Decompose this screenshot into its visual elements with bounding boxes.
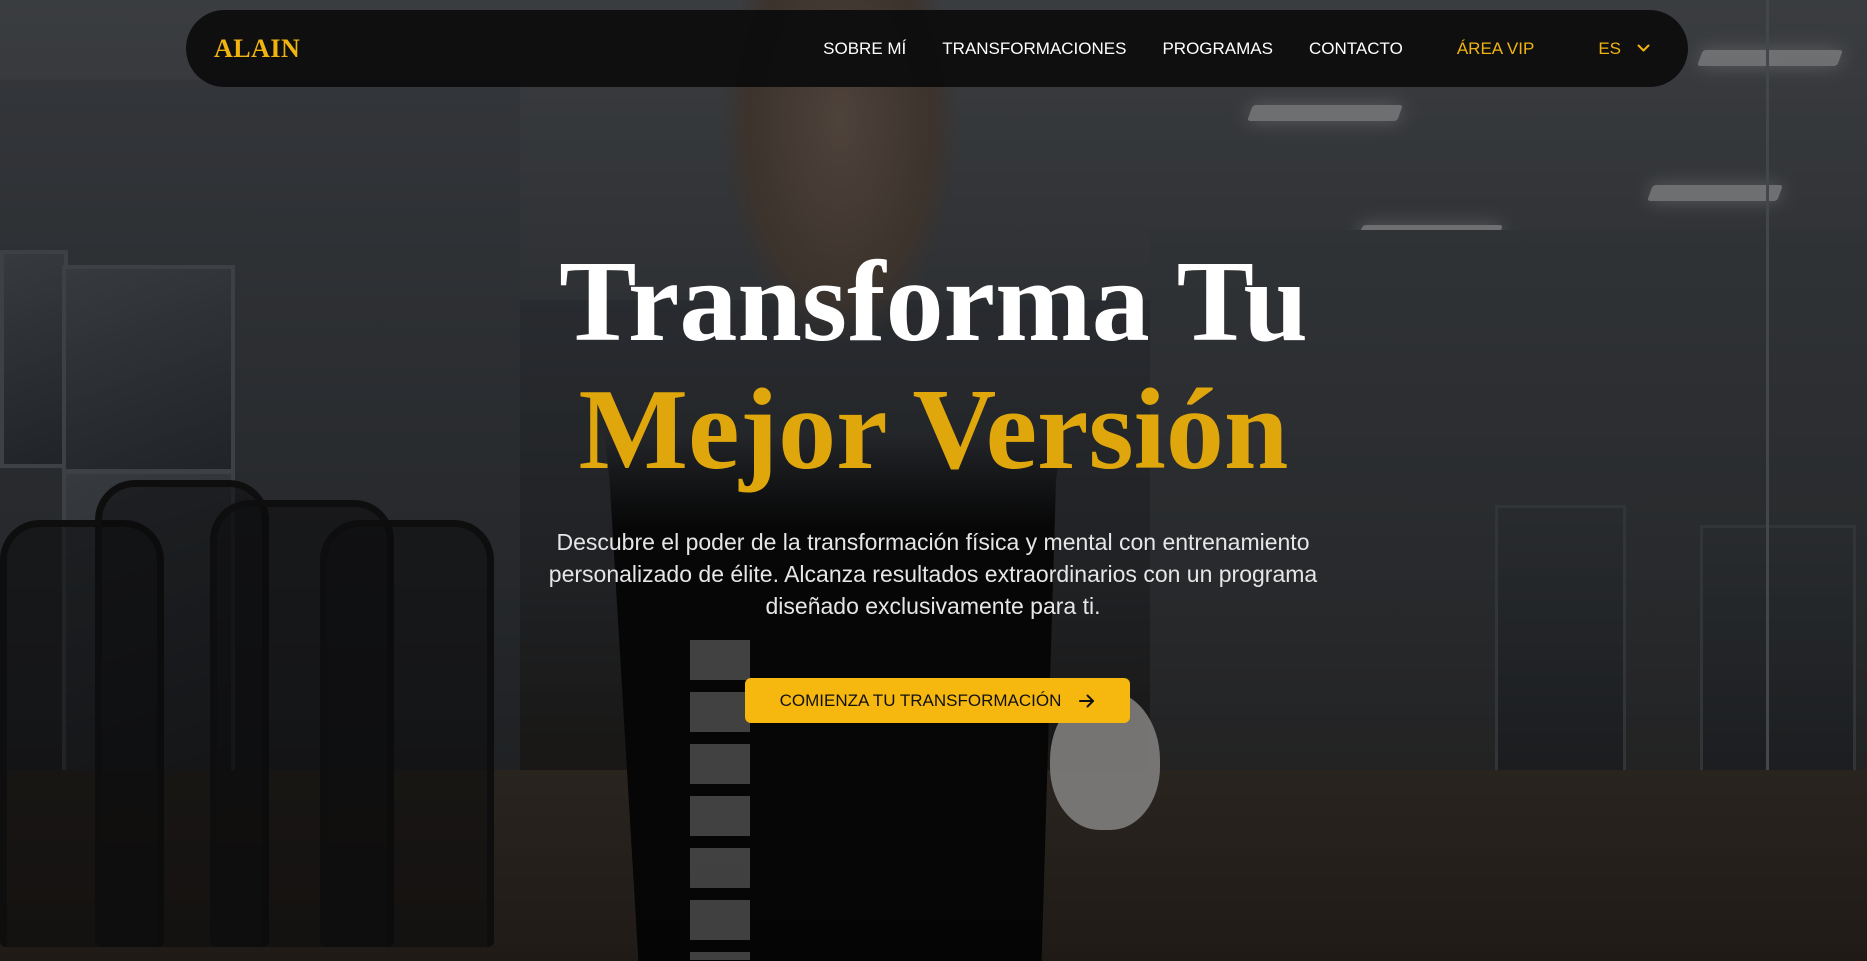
nav-link-sobre-mi[interactable]: SOBRE MÍ xyxy=(823,39,906,59)
cta-label: COMIENZA TU TRANSFORMACIÓN xyxy=(779,690,1062,710)
nav-links: SOBRE MÍ TRANSFORMACIONES PROGRAMAS CONT… xyxy=(823,39,1650,59)
nav-link-area-vip[interactable]: ÁREA VIP xyxy=(1457,39,1534,59)
hero-title-line1: Transforma Tu xyxy=(559,238,1308,366)
nav-link-programas[interactable]: PROGRAMAS xyxy=(1162,39,1273,59)
logo[interactable]: ALAIN xyxy=(214,34,300,64)
chevron-down-icon xyxy=(1637,44,1650,52)
language-label: ES xyxy=(1598,38,1621,58)
hero-description: Descubre el poder de la transformación f… xyxy=(548,529,1318,619)
arrow-right-icon xyxy=(1079,694,1095,707)
language-selector[interactable]: ES xyxy=(1598,39,1650,59)
nav-link-contacto[interactable]: CONTACTO xyxy=(1309,39,1403,59)
cta-button[interactable]: COMIENZA TU TRANSFORMACIÓN xyxy=(745,678,1130,723)
hero-title-line2: Mejor Versión xyxy=(578,366,1289,494)
navbar: ALAIN SOBRE MÍ TRANSFORMACIONES PROGRAMA… xyxy=(186,10,1688,87)
nav-link-transformaciones[interactable]: TRANSFORMACIONES xyxy=(942,39,1126,59)
